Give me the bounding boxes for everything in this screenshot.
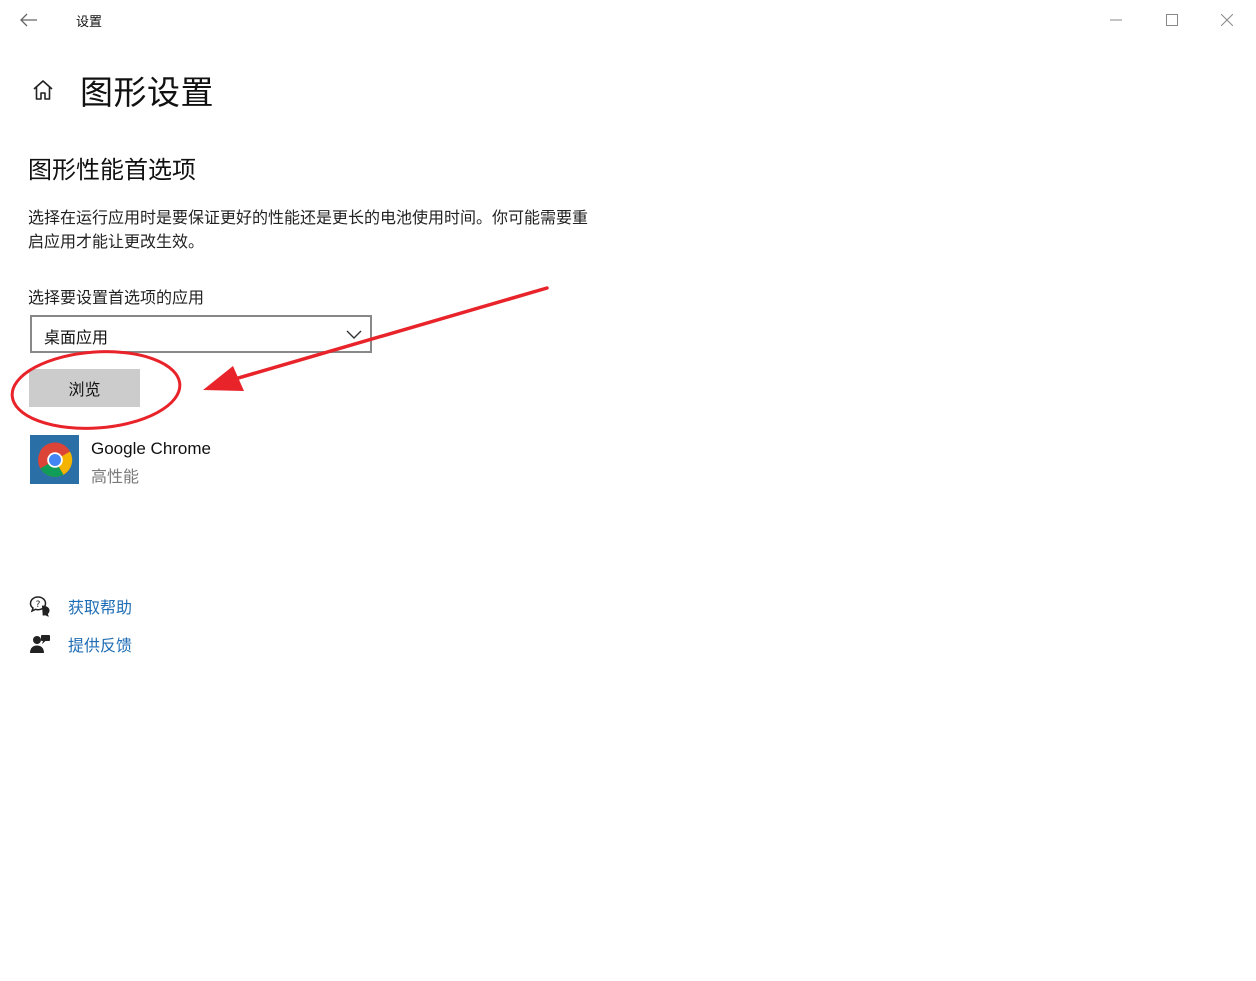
- settings-window: 设置 图形设置 图形性能首选项 选择在运行应用时是要保证更好的性能还是更长的电池…: [0, 0, 1256, 981]
- app-list-item[interactable]: Google Chrome 高性能: [30, 435, 330, 487]
- close-icon: [1221, 14, 1233, 26]
- window-title: 设置: [76, 15, 103, 30]
- chevron-down-icon: [346, 330, 362, 339]
- help-chat-icon: ?: [28, 594, 52, 618]
- home-button[interactable]: [28, 75, 58, 105]
- dropdown-selected-value: 桌面应用: [44, 328, 109, 347]
- svg-text:?: ?: [36, 600, 41, 610]
- give-feedback-link[interactable]: 提供反馈: [28, 631, 132, 657]
- minimize-icon: [1110, 19, 1122, 21]
- app-name: Google Chrome: [91, 439, 212, 458]
- app-type-dropdown[interactable]: 桌面应用: [30, 315, 372, 353]
- annotation-overlay: [10, 286, 549, 430]
- close-button[interactable]: [1210, 6, 1244, 34]
- app-selector-label: 选择要设置首选项的应用: [28, 288, 205, 307]
- home-icon: [33, 80, 53, 100]
- minimize-button[interactable]: [1099, 6, 1133, 34]
- section-title: 图形性能首选项: [28, 156, 196, 184]
- back-arrow-icon: [20, 13, 37, 27]
- app-preference: 高性能: [91, 467, 140, 486]
- give-feedback-label: 提供反馈: [68, 636, 133, 655]
- feedback-person-icon: [28, 632, 52, 656]
- get-help-link[interactable]: ? 获取帮助: [28, 593, 132, 619]
- description-text: 选择在运行应用时是要保证更好的性能还是更长的电池使用时间。你可能需要重启应用才能…: [28, 208, 589, 251]
- page-title: 图形设置: [80, 73, 214, 112]
- maximize-button[interactable]: [1155, 6, 1189, 34]
- app-icon: [30, 435, 79, 484]
- maximize-icon: [1166, 14, 1178, 26]
- get-help-label: 获取帮助: [68, 598, 133, 617]
- chrome-icon: [37, 442, 72, 477]
- back-button[interactable]: [14, 6, 44, 34]
- title-bar: 设置: [0, 0, 1256, 40]
- annotation-arrow-head: [203, 366, 244, 391]
- browse-button[interactable]: 浏览: [29, 369, 140, 407]
